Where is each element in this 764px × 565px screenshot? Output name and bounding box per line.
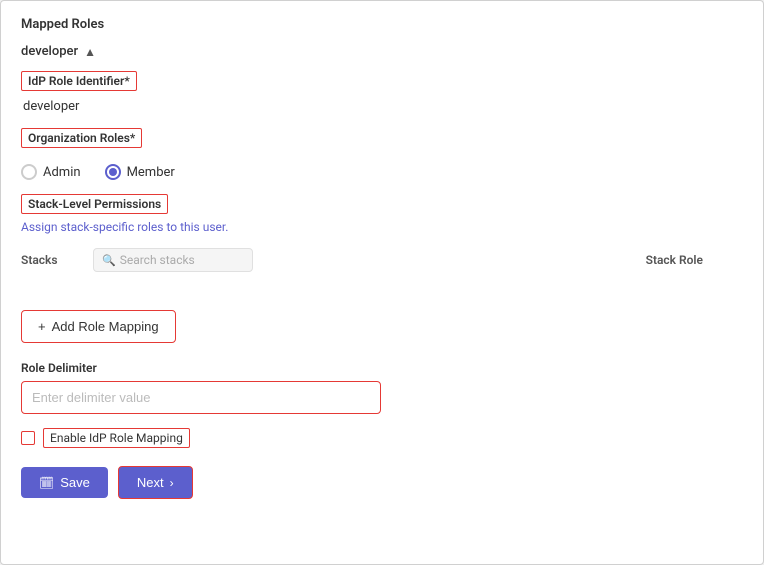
stacks-col-label: Stacks [21, 253, 81, 267]
stack-permissions-label: Stack-Level Permissions [21, 194, 168, 214]
next-label: Next [137, 475, 164, 490]
stacks-row: Stacks 🔍 Search stacks Stack Role [21, 244, 743, 276]
search-stacks-input[interactable]: 🔍 Search stacks [93, 248, 253, 272]
developer-label: developer [21, 44, 78, 59]
stack-permissions-section: Stack-Level Permissions Assign stack-spe… [21, 194, 743, 276]
search-stacks-placeholder: Search stacks [120, 253, 195, 267]
section-title: Mapped Roles [21, 17, 743, 32]
save-icon: 🗓 [39, 476, 54, 490]
enable-idp-section: Enable IdP Role Mapping [21, 428, 743, 448]
radio-member-circle[interactable] [105, 164, 121, 180]
assign-text: Assign stack-specific roles to this user… [21, 220, 743, 234]
radio-admin-circle[interactable] [21, 164, 37, 180]
plus-icon: + [38, 319, 46, 334]
divider [21, 290, 743, 310]
chevron-up-icon[interactable]: ▲ [84, 45, 96, 59]
idp-role-identifier-value: developer [21, 99, 743, 114]
developer-header: developer ▲ [21, 44, 743, 59]
role-delimiter-section: Role Delimiter [21, 361, 743, 414]
bottom-buttons: 🗓 Save Next › [21, 466, 743, 499]
add-role-mapping-label: Add Role Mapping [52, 319, 159, 334]
search-icon: 🔍 [102, 254, 116, 267]
stack-role-label: Stack Role [646, 253, 743, 267]
enable-idp-label: Enable IdP Role Mapping [43, 428, 190, 448]
radio-admin[interactable]: Admin [21, 164, 81, 180]
org-roles-radio-group: Admin Member [21, 164, 743, 180]
enable-idp-checkbox[interactable] [21, 431, 35, 445]
org-roles-section: Organization Roles* Admin Member [21, 128, 743, 180]
org-roles-label: Organization Roles* [21, 128, 142, 148]
save-button[interactable]: 🗓 Save [21, 467, 108, 498]
radio-admin-label: Admin [43, 165, 81, 180]
add-role-mapping-button[interactable]: + Add Role Mapping [21, 310, 176, 343]
delimiter-input[interactable] [21, 381, 381, 414]
role-delimiter-label: Role Delimiter [21, 361, 743, 375]
radio-member-label: Member [127, 165, 175, 180]
next-icon: › [170, 476, 174, 490]
main-window: Mapped Roles developer ▲ IdP Role Identi… [0, 0, 764, 565]
save-label: Save [60, 475, 90, 490]
radio-member[interactable]: Member [105, 164, 175, 180]
idp-role-identifier-section: IdP Role Identifier* developer [21, 71, 743, 114]
idp-role-identifier-label: IdP Role Identifier* [21, 71, 137, 91]
next-button[interactable]: Next › [118, 466, 193, 499]
